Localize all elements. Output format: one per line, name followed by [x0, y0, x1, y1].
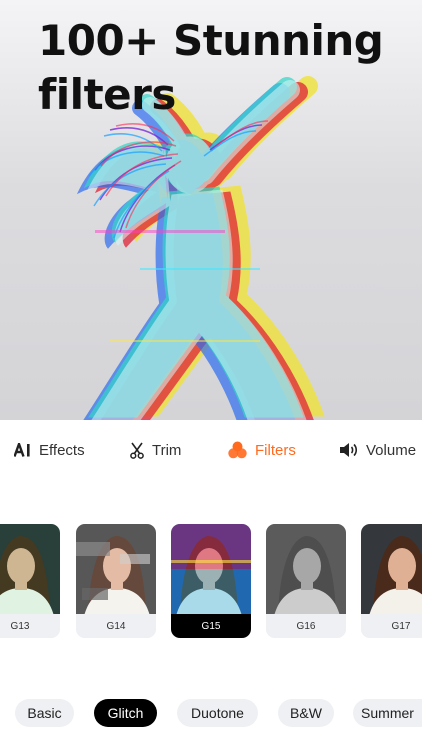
volume-icon — [339, 442, 358, 458]
filter-category-bar: Basic Glitch Duotone B&W Summer — [0, 699, 422, 729]
tab-volume[interactable]: Volume — [339, 440, 416, 460]
category-bw[interactable]: B&W — [278, 699, 334, 727]
tab-trim-label: Trim — [152, 441, 182, 459]
filters-icon — [228, 441, 247, 459]
hero-title-line2: filters — [38, 70, 176, 119]
tab-volume-label: Volume — [366, 441, 417, 459]
tab-filters[interactable]: Filters — [228, 440, 296, 460]
tab-effects[interactable]: Effects — [14, 440, 85, 460]
tab-trim[interactable]: Trim — [130, 440, 181, 460]
filter-label-g15: G15 — [171, 614, 251, 638]
filter-preview-g14 — [76, 524, 156, 614]
filter-card-g16[interactable]: G16 — [266, 524, 346, 638]
filter-card-g17[interactable]: G17 — [361, 524, 422, 638]
filter-card-g13[interactable]: G13 — [0, 524, 60, 638]
filter-label-g14: G14 — [76, 614, 156, 638]
scissors-icon — [130, 442, 144, 459]
filter-thumbnail-strip[interactable]: G13 G14 G15 G16 G17 — [0, 524, 422, 640]
filter-card-g14[interactable]: G14 — [76, 524, 156, 638]
editor-tool-tabs: Effects Trim Filters Volume — [0, 420, 422, 478]
filter-preview-g13 — [0, 524, 60, 614]
filter-preview-g17 — [361, 524, 422, 614]
filter-preview-g16 — [266, 524, 346, 614]
tab-effects-label: Effects — [39, 441, 85, 459]
hero-banner: 100+ Stunning filters — [0, 0, 422, 420]
category-summer[interactable]: Summer — [353, 699, 422, 727]
filter-label-g16: G16 — [266, 614, 346, 638]
filter-card-g15[interactable]: G15 — [171, 524, 251, 638]
filter-label-g13: G13 — [0, 614, 60, 638]
hero-title: 100+ Stunning filters — [38, 14, 398, 122]
category-duotone[interactable]: Duotone — [177, 699, 258, 727]
tab-filters-label: Filters — [255, 441, 296, 459]
category-basic[interactable]: Basic — [15, 699, 74, 727]
filter-preview-g15 — [171, 524, 251, 614]
filter-label-g17: G17 — [361, 614, 422, 638]
ai-effects-icon — [14, 443, 31, 457]
hero-title-line1: 100+ Stunning — [38, 16, 384, 65]
category-glitch[interactable]: Glitch — [94, 699, 157, 727]
